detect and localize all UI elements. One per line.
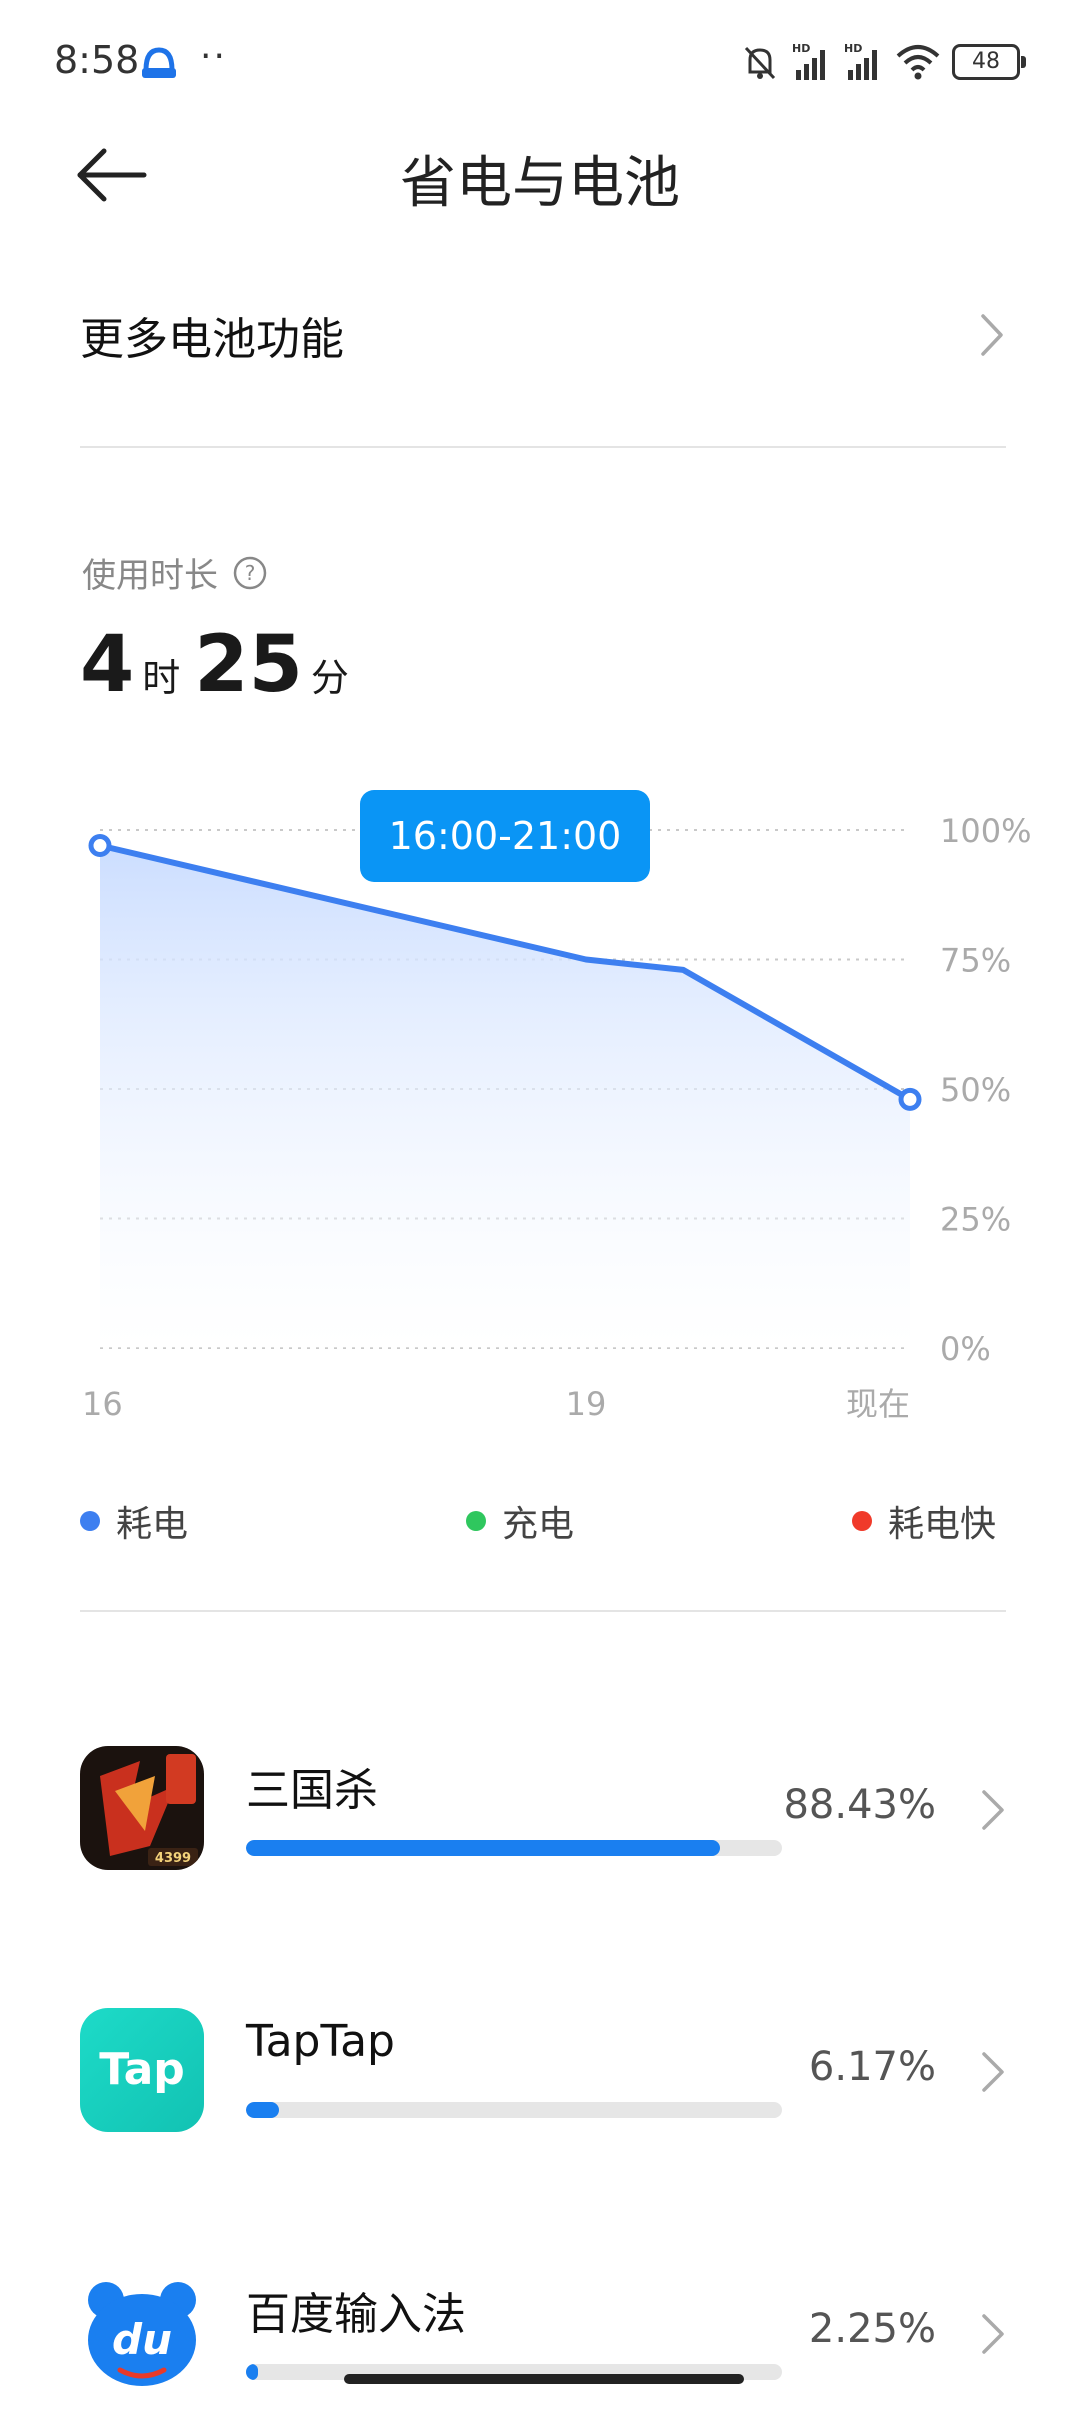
legend-dot-fast-drain bbox=[852, 1511, 872, 1531]
app-usage-row[interactable]: 4399 三国杀 88.43% bbox=[80, 1746, 1006, 1886]
chevron-right-icon bbox=[982, 1790, 1004, 1830]
more-battery-features-row[interactable]: 更多电池功能 bbox=[80, 290, 1006, 380]
usage-minutes-unit: 分 bbox=[310, 656, 349, 700]
page-title: 省电与电池 bbox=[400, 151, 680, 216]
bell-off-icon bbox=[744, 46, 776, 80]
usage-duration-value: 4 时 25 分 bbox=[80, 620, 363, 710]
usage-hours-unit: 时 bbox=[142, 656, 181, 700]
legend-item-consumption: 耗电 bbox=[80, 1495, 188, 1547]
y-tick-label: 25% bbox=[940, 1201, 1011, 1239]
svg-text:4399: 4399 bbox=[155, 1851, 191, 1866]
usage-progress-fill bbox=[246, 2102, 280, 2118]
svg-text:?: ? bbox=[245, 561, 256, 585]
chart-endpoint bbox=[898, 1087, 922, 1111]
usage-progress-fill bbox=[246, 1840, 720, 1856]
svg-text:HD: HD bbox=[844, 42, 862, 55]
x-tick-label: 16 bbox=[82, 1385, 123, 1423]
signal-hd-icon: HD bbox=[844, 42, 877, 80]
legend-label-fast-drain: 耗电快 bbox=[888, 1504, 997, 1545]
app-usage-row[interactable]: Tap TapTap 6.17% bbox=[80, 2008, 1006, 2148]
chart-endpoint bbox=[88, 834, 112, 858]
x-tick-label: 现在 bbox=[846, 1385, 910, 1423]
taptap-app-icon: Tap bbox=[80, 2008, 204, 2132]
legend-item-charging: 充电 bbox=[466, 1495, 574, 1547]
legend-label-consumption: 耗电 bbox=[116, 1504, 189, 1545]
usage-progress-fill bbox=[246, 2364, 259, 2380]
taptap-icon-text: Tap bbox=[99, 2044, 185, 2095]
usage-progress-bar bbox=[246, 1840, 782, 1856]
usage-progress-bar bbox=[246, 2102, 782, 2118]
status-time: 8:58 bbox=[54, 38, 140, 82]
x-tick-label: 19 bbox=[566, 1385, 607, 1423]
legend-label-charging: 充电 bbox=[502, 1504, 575, 1545]
usage-hours: 4 bbox=[80, 620, 135, 710]
wifi-icon bbox=[896, 45, 940, 80]
more-battery-features-label: 更多电池功能 bbox=[80, 314, 344, 365]
app-usage-percent: 2.25% bbox=[808, 2306, 936, 2352]
battery-icon: 48 bbox=[952, 44, 1026, 80]
app-name: 百度输入法 bbox=[246, 2289, 466, 2340]
app-usage-percent: 88.43% bbox=[783, 1782, 936, 1828]
app-usage-row[interactable]: du 百度输入法 2.25% bbox=[80, 2270, 1006, 2410]
legend-dot-charging bbox=[466, 1511, 486, 1531]
baidu-input-app-icon: du bbox=[80, 2270, 204, 2394]
divider bbox=[80, 446, 1006, 448]
status-dots: ·· bbox=[200, 36, 227, 77]
y-tick-label: 75% bbox=[940, 942, 1011, 980]
sanguosha-app-icon: 4399 bbox=[80, 1746, 204, 1870]
svg-text:HD: HD bbox=[792, 42, 810, 55]
signal-hd-icon: HD bbox=[792, 42, 825, 80]
notification-app-icon bbox=[142, 47, 176, 78]
app-name: 三国杀 bbox=[246, 1765, 378, 1816]
legend-dot-consumption bbox=[80, 1511, 100, 1531]
chevron-right-icon bbox=[982, 2052, 1004, 2092]
status-icons: HD HD 48 bbox=[740, 40, 1026, 84]
time-range-label: 16:00-21:00 bbox=[389, 814, 622, 858]
legend-item-fast-drain: 耗电快 bbox=[852, 1495, 996, 1547]
baidu-icon-text: du bbox=[112, 2315, 172, 2364]
chevron-right-icon bbox=[981, 314, 1003, 356]
app-usage-percent: 6.17% bbox=[808, 2044, 936, 2090]
usage-duration-label: 使用时长 bbox=[82, 556, 218, 596]
y-tick-label: 100% bbox=[940, 812, 1031, 850]
y-tick-label: 50% bbox=[940, 1071, 1011, 1109]
help-icon[interactable]: ? bbox=[232, 555, 268, 591]
y-tick-label: 0% bbox=[940, 1330, 991, 1368]
battery-area bbox=[100, 845, 910, 1348]
chevron-right-icon bbox=[982, 2314, 1004, 2354]
battery-level-chart: 100% 75% 50% 25% 0% 16 19 现在 16:00-21:00 bbox=[82, 790, 1031, 1423]
usage-duration-header: 使用时长 ? bbox=[82, 548, 268, 597]
home-indicator[interactable] bbox=[344, 2374, 744, 2384]
divider bbox=[80, 1610, 1006, 1612]
app-name: TapTap bbox=[246, 2016, 395, 2067]
usage-minutes: 25 bbox=[194, 620, 303, 710]
